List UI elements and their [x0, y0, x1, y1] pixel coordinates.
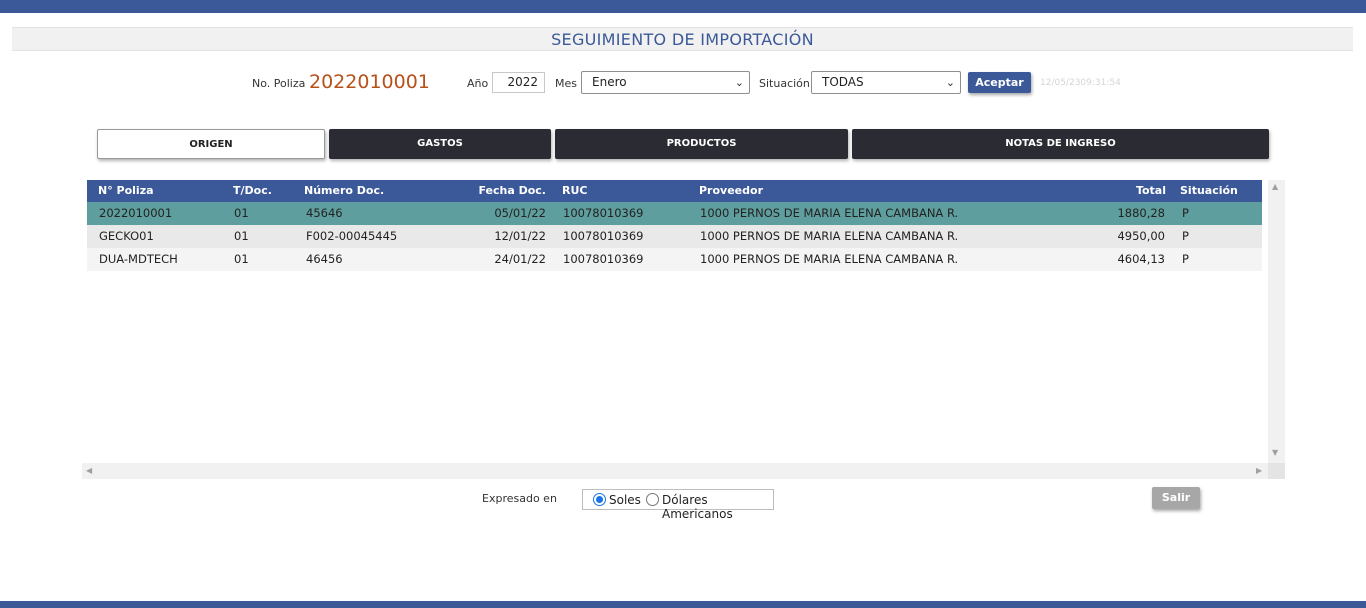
cell-situacion: P: [1182, 252, 1189, 266]
cell-numero-doc: F002-00045445: [306, 229, 398, 243]
grid-header: N° Poliza T/Doc. Número Doc. Fecha Doc. …: [87, 180, 1262, 202]
top-bar: [0, 0, 1366, 13]
situacion-select-value: TODAS: [822, 75, 864, 89]
tab-notas-de-ingreso[interactable]: NOTAS DE INGRESO: [852, 129, 1269, 159]
scroll-down-icon[interactable]: ▼: [1272, 448, 1278, 457]
cell-fecha: 05/01/22: [494, 206, 546, 220]
mes-select[interactable]: Enero ⌄: [581, 71, 750, 94]
scroll-right-icon[interactable]: ▶: [1256, 466, 1262, 475]
cell-poliza: 2022010001: [99, 206, 173, 220]
scroll-up-icon[interactable]: ▲: [1272, 182, 1278, 191]
column-header[interactable]: RUC: [562, 180, 587, 202]
salir-button[interactable]: Salir: [1152, 487, 1200, 509]
dolares-radio[interactable]: [646, 493, 659, 506]
cell-total: 4604,13: [1117, 252, 1165, 266]
cell-fecha: 24/01/22: [494, 252, 546, 266]
timestamp: 12/05/2309:31:54: [1040, 78, 1121, 88]
scroll-left-icon[interactable]: ◀: [86, 466, 92, 475]
tab-origen[interactable]: ORIGEN: [97, 129, 325, 159]
cell-fecha: 12/01/22: [494, 229, 546, 243]
cell-ruc: 10078010369: [563, 252, 644, 266]
horizontal-scrollbar[interactable]: ◀ ▶: [82, 463, 1285, 479]
column-header[interactable]: Proveedor: [699, 180, 763, 202]
column-header[interactable]: N° Poliza: [98, 180, 154, 202]
tab-productos[interactable]: PRODUCTOS: [555, 129, 848, 159]
scrollbar-corner: [1268, 463, 1285, 479]
vertical-scrollbar[interactable]: ▲ ▼: [1268, 180, 1285, 463]
table-row[interactable]: DUA-MDTECH 01 46456 24/01/22 10078010369…: [87, 248, 1262, 271]
poliza-label: No. Poliza: [252, 77, 306, 90]
cell-poliza: DUA-MDTECH: [99, 252, 178, 266]
cell-poliza: GECKO01: [99, 229, 154, 243]
expresado-label: Expresado en: [482, 492, 557, 505]
cell-total: 4950,00: [1117, 229, 1165, 243]
cell-situacion: P: [1182, 229, 1189, 243]
situacion-label: Situación: [759, 77, 810, 90]
tab-gastos[interactable]: GASTOS: [329, 129, 551, 159]
import-grid: N° Poliza T/Doc. Número Doc. Fecha Doc. …: [87, 180, 1262, 271]
cell-situacion: P: [1182, 206, 1189, 220]
aceptar-button[interactable]: Aceptar: [968, 72, 1031, 93]
cell-ruc: 10078010369: [563, 206, 644, 220]
bottom-bar: [0, 601, 1366, 608]
cell-proveedor: 1000 PERNOS DE MARIA ELENA CAMBANA R.: [700, 206, 959, 220]
column-header[interactable]: Fecha Doc.: [467, 180, 546, 202]
page-title: SEGUIMIENTO DE IMPORTACIÓN: [12, 27, 1353, 51]
column-header[interactable]: Situación: [1180, 180, 1238, 202]
cell-proveedor: 1000 PERNOS DE MARIA ELENA CAMBANA R.: [700, 229, 959, 243]
cell-proveedor: 1000 PERNOS DE MARIA ELENA CAMBANA R.: [700, 252, 959, 266]
mes-select-value: Enero: [592, 75, 627, 89]
currency-radio-group: Soles Dólares Americanos: [582, 489, 774, 521]
cell-numero-doc: 45646: [306, 206, 343, 220]
anio-input[interactable]: 2022: [492, 72, 545, 93]
column-header[interactable]: Total: [1087, 180, 1166, 202]
column-header[interactable]: T/Doc.: [233, 180, 272, 202]
situacion-select[interactable]: TODAS ⌄: [811, 71, 961, 94]
cell-ruc: 10078010369: [563, 229, 644, 243]
chevron-down-icon: ⌄: [734, 76, 744, 89]
column-header[interactable]: Número Doc.: [304, 180, 384, 202]
soles-radio[interactable]: [593, 493, 606, 506]
cell-tdoc: 01: [234, 206, 249, 220]
mes-label: Mes: [555, 77, 577, 90]
chevron-down-icon: ⌄: [945, 76, 955, 89]
table-row[interactable]: GECKO01 01 F002-00045445 12/01/22 100780…: [87, 225, 1262, 248]
cell-total: 1880,28: [1117, 206, 1165, 220]
cell-numero-doc: 46456: [306, 252, 343, 266]
cell-tdoc: 01: [234, 252, 249, 266]
soles-label[interactable]: Soles: [609, 493, 641, 507]
anio-label: Año: [467, 77, 489, 90]
dolares-label[interactable]: Dólares Americanos: [662, 493, 773, 521]
table-row[interactable]: 2022010001 01 45646 05/01/22 10078010369…: [87, 202, 1262, 225]
poliza-value: 2022010001: [309, 71, 430, 93]
cell-tdoc: 01: [234, 229, 249, 243]
